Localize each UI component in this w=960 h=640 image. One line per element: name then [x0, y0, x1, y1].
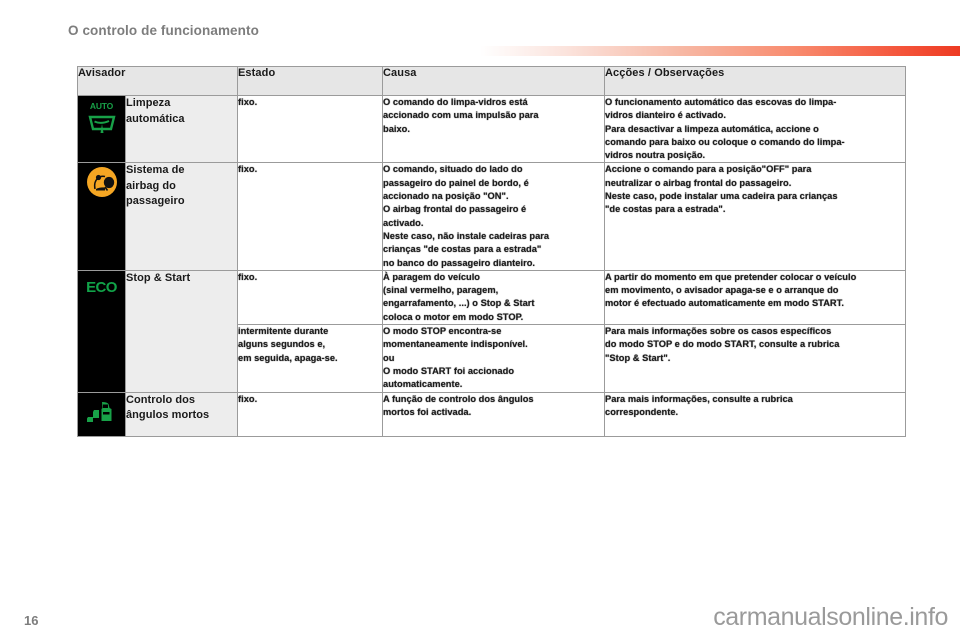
header-gradient-rule	[480, 46, 960, 56]
warning-lamp-table: Avisador Estado Causa Acções / Observaçõ…	[77, 66, 906, 437]
row-label: Controlo dos ângulos mortos	[126, 393, 210, 422]
cause-text: O comando, situado do lado do passageiro…	[383, 164, 550, 268]
blind-spot-glyph-icon	[86, 401, 111, 422]
cell-actions-row4: Para mais informações sobre os casos esp…	[604, 324, 906, 393]
table-row: ECO Stop & Start fixo. À paragem do veíc…	[77, 269, 906, 393]
state-text: fixo.	[238, 271, 258, 282]
cell-name-limpeza-automatica: Limpeza automática	[125, 94, 238, 164]
actions-text: O funcionamento automático das escovas d…	[605, 97, 845, 161]
state-text: fixo.	[238, 97, 258, 107]
cell-state-row5: fixo.	[237, 391, 383, 437]
row-label: Sistema de airbag do passageiro	[126, 164, 185, 208]
cell-state-row4: intermitente durante alguns segundos e, …	[237, 324, 383, 393]
cell-name-controlo-angulos-mortos: Controlo dos ângulos mortos	[125, 391, 238, 437]
cause-text: O comando do limpa-vidros está accionado…	[383, 97, 539, 134]
cell-icon-eco-stop-start: ECO	[77, 269, 126, 393]
table-header: Avisador Estado Causa Acções / Observaçõ…	[77, 66, 906, 96]
auto-wiper-icon: AUTO	[83, 101, 121, 139]
cell-actions-row1: O funcionamento automático das escovas d…	[604, 94, 906, 164]
column-header-accoes: Acções / Observações	[604, 66, 906, 96]
passenger-airbag-icon	[83, 163, 121, 201]
page-title: O controlo de funcionamento	[68, 23, 259, 38]
column-header-avisador: Avisador	[77, 66, 238, 96]
cell-cause-row2: O comando, situado do lado do passageiro…	[382, 162, 605, 271]
column-header-estado: Estado	[237, 66, 383, 96]
state-text: fixo.	[238, 393, 258, 404]
actions-text: A partir do momento em que pretender col…	[605, 271, 857, 309]
cell-cause-row5: A função de controlo dos ângulos mortos …	[382, 391, 605, 437]
auto-wiper-icon-label: AUTO	[89, 101, 114, 111]
table-body: AUTO Limpeza automática fixo. O comando …	[77, 94, 906, 437]
blind-spot-icon	[83, 393, 121, 431]
cell-icon-auto-wiper: AUTO	[77, 94, 126, 164]
cause-text: À paragem do veículo (sinal vermelho, pa…	[383, 271, 535, 322]
row-label: Limpeza automática	[126, 97, 185, 125]
page-header: O controlo de funcionamento	[0, 20, 960, 56]
table-header-row: Avisador Estado Causa Acções / Observaçõ…	[77, 66, 906, 96]
page-number: 16	[24, 613, 39, 628]
site-watermark: carmanualsonline.info	[713, 603, 948, 631]
column-header-causa: Causa	[382, 66, 605, 96]
actions-text: Para mais informações sobre os casos esp…	[605, 326, 840, 363]
cell-actions-row3: A partir do momento em que pretender col…	[604, 269, 906, 326]
cell-cause-row4: O modo STOP encontra-se momentaneamente …	[382, 324, 605, 393]
wiper-glyph-icon	[87, 115, 116, 133]
airbag-glyph-icon	[86, 167, 117, 198]
cell-name-sistema-airbag: Sistema de airbag do passageiro	[125, 162, 238, 271]
row-label: Stop & Start	[126, 271, 191, 284]
cause-text: A função de controlo dos ângulos mortos …	[383, 393, 534, 417]
table-row: Sistema de airbag do passageiro fixo. O …	[77, 162, 906, 271]
cell-actions-row2: Accione o comando para a posição"OFF" pa…	[604, 162, 906, 271]
eco-stop-start-icon: ECO	[83, 271, 121, 309]
warning-lamp-table-container: Avisador Estado Causa Acções / Observaçõ…	[77, 66, 906, 437]
actions-text: Para mais informações, consulte a rubric…	[605, 393, 793, 417]
cell-name-stop-start: Stop & Start	[125, 269, 238, 393]
cell-actions-row5: Para mais informações, consulte a rubric…	[604, 391, 906, 437]
state-text: fixo.	[238, 164, 258, 175]
cell-state-row2: fixo.	[237, 162, 383, 271]
table-row: Controlo dos ângulos mortos fixo. A funç…	[77, 391, 906, 437]
actions-text: Accione o comando para a posição"OFF" pa…	[605, 164, 838, 215]
cell-cause-row1: O comando do limpa-vidros está accionado…	[382, 94, 605, 164]
cell-cause-row3: À paragem do veículo (sinal vermelho, pa…	[382, 269, 605, 326]
cause-text: O modo STOP encontra-se momentaneamente …	[383, 326, 528, 390]
cell-icon-blind-spot	[77, 391, 126, 437]
state-text: intermitente durante alguns segundos e, …	[238, 326, 338, 363]
cell-state-row1: fixo.	[237, 94, 383, 164]
manual-page: O controlo de funcionamento Avisador Est…	[0, 0, 960, 640]
eco-icon-label: ECO	[86, 278, 117, 296]
table-row: AUTO Limpeza automática fixo. O comando …	[77, 94, 906, 164]
cell-icon-passenger-airbag	[77, 162, 126, 271]
cell-state-row3: fixo.	[237, 269, 383, 326]
